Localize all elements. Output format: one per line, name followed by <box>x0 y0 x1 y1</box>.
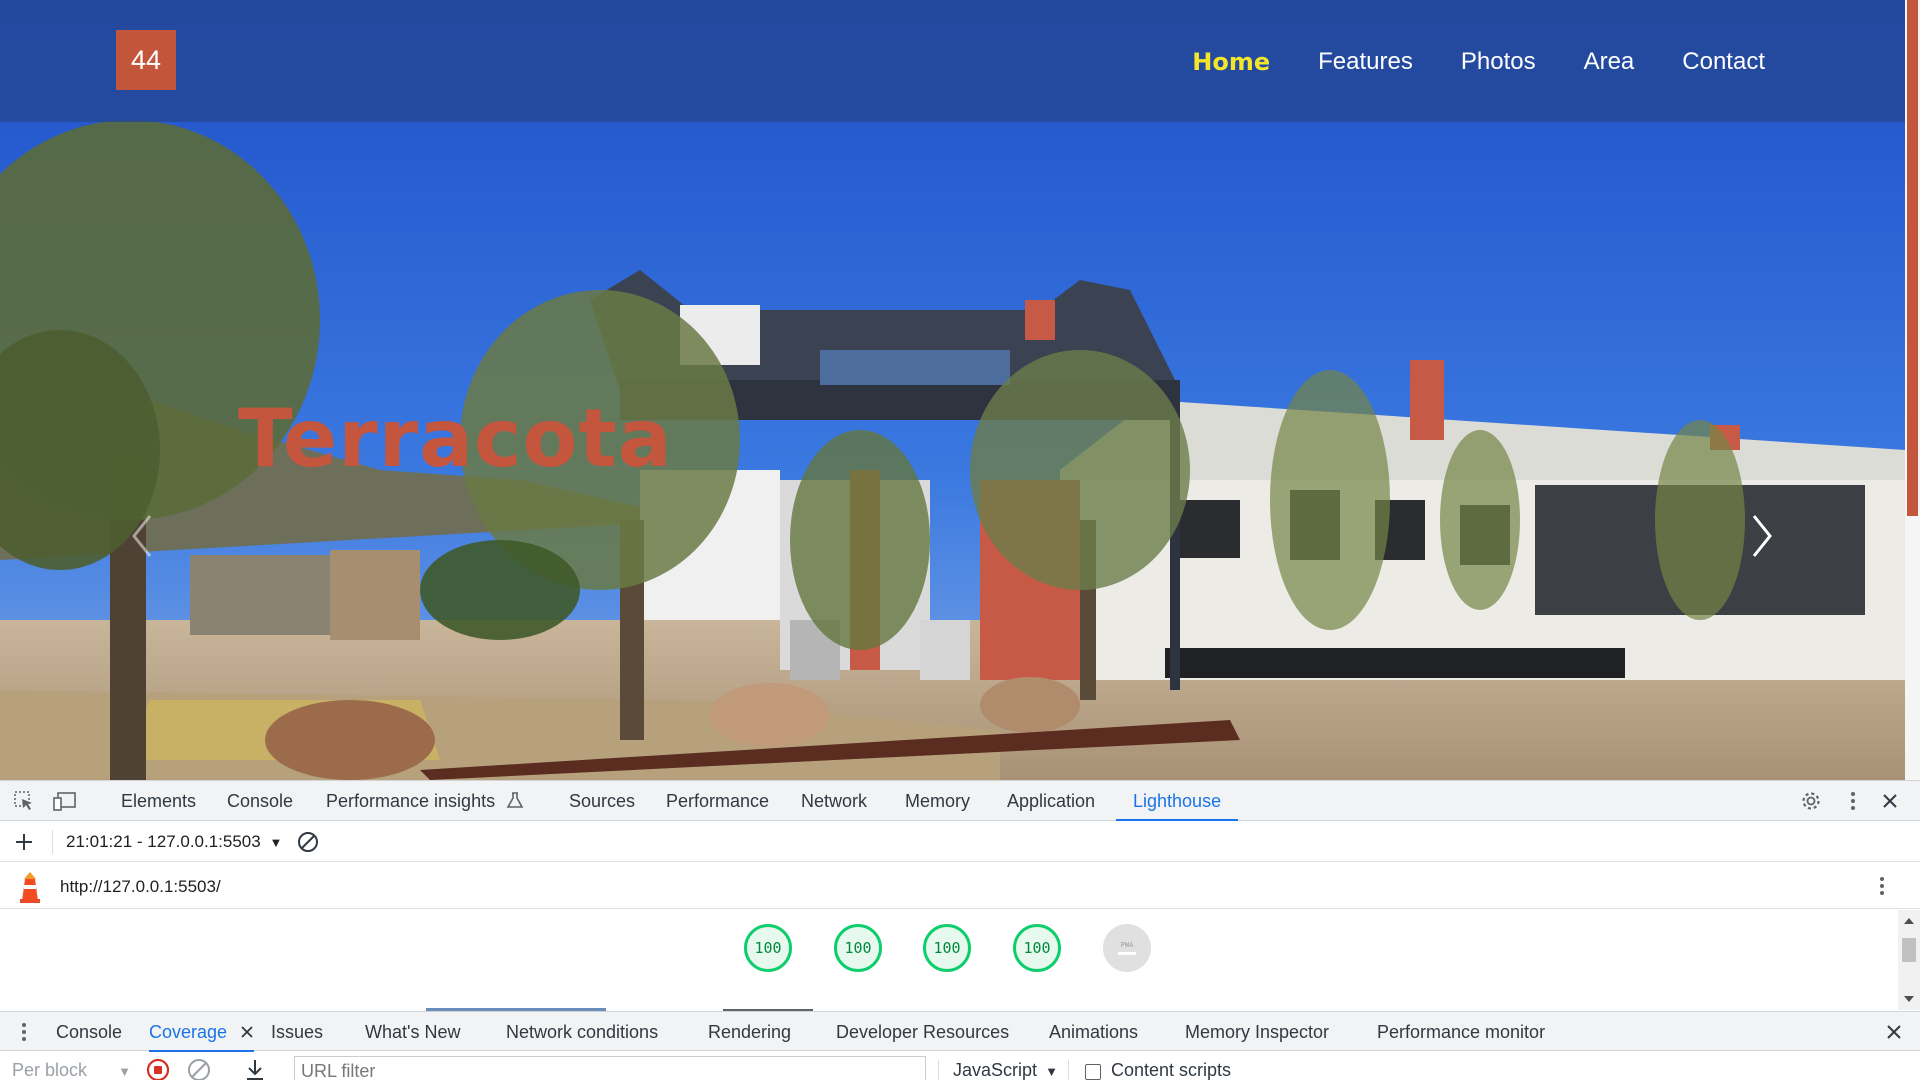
tab-lighthouse[interactable]: Lighthouse <box>1116 781 1239 821</box>
pwa-label: PWA <box>1120 941 1134 949</box>
devtools-panel: Elements Console Performance insights So… <box>0 780 1920 1080</box>
export-download-icon[interactable] <box>244 1058 266 1080</box>
report-scrollbar[interactable] <box>1898 910 1920 1010</box>
tab-elements[interactable]: Elements <box>121 781 196 821</box>
drawer-menu-icon[interactable] <box>12 1020 36 1044</box>
score-gauge-performance[interactable]: 100 <box>744 924 792 972</box>
nav-photos[interactable]: Photos <box>1461 48 1536 76</box>
report-selector-value: 21:01:21 - 127.0.0.1:5503 <box>66 832 261 851</box>
type-filter-select[interactable]: JavaScript ▼ <box>953 1060 1058 1080</box>
site-scrollbar-thumb[interactable] <box>1907 0 1918 516</box>
tab-network[interactable]: Network <box>801 781 867 821</box>
screen: 44 Home Features Photos Area Contact Ter… <box>0 0 1920 1080</box>
nav-home[interactable]: Home <box>1192 48 1270 76</box>
nav-area[interactable]: Area <box>1584 48 1635 76</box>
hero-title: Terracota <box>238 392 673 485</box>
tab-console[interactable]: Console <box>227 781 293 821</box>
tab-performance[interactable]: Performance <box>666 781 769 821</box>
stop-recording-icon[interactable] <box>146 1058 170 1080</box>
drawer-tab-console[interactable]: Console <box>56 1012 122 1052</box>
drawer-tabbar: Console Coverage Issues What's New Netwo… <box>0 1011 1920 1052</box>
nav-contact[interactable]: Contact <box>1682 48 1765 76</box>
experiment-flask-icon <box>506 792 524 808</box>
granularity-select[interactable]: Per block ▼ <box>12 1060 131 1080</box>
website-viewport: 44 Home Features Photos Area Contact Ter… <box>0 0 1905 780</box>
url-filter-input[interactable]: URL filter <box>294 1056 926 1080</box>
audited-url[interactable]: http://127.0.0.1:5503/ <box>60 877 221 897</box>
type-filter-dropdown-icon: ▼ <box>1045 1064 1058 1079</box>
score-gauge-best-practices[interactable]: 100 <box>923 924 971 972</box>
drawer-tab-whats-new[interactable]: What's New <box>365 1012 460 1052</box>
content-scripts-label: Content scripts <box>1111 1060 1232 1080</box>
drawer-tab-animations[interactable]: Animations <box>1049 1012 1138 1052</box>
site-nav: Home Features Photos Area Contact <box>1192 48 1765 76</box>
clear-all-icon[interactable] <box>296 830 320 854</box>
more-options-icon[interactable] <box>1841 789 1865 813</box>
score-gauge-seo[interactable]: 100 <box>1013 924 1061 972</box>
granularity-value: Per block <box>12 1060 88 1080</box>
tab-sources[interactable]: Sources <box>569 781 635 821</box>
tab-performance-insights[interactable]: Performance insights <box>326 781 524 821</box>
pwa-dash-icon <box>1118 952 1136 955</box>
toolbar-divider <box>52 830 53 854</box>
coverage-toolbar: Per block ▼ URL filter JavaScript ▼ Cont… <box>0 1052 1920 1080</box>
report-menu-icon[interactable] <box>1870 874 1894 898</box>
carousel-prev-arrow-icon[interactable] <box>124 510 164 562</box>
close-devtools-icon[interactable] <box>1878 789 1902 813</box>
site-logo[interactable]: 44 <box>116 30 176 90</box>
toolbar-divider <box>938 1060 939 1080</box>
lighthouse-score-gauges: 100 100 100 100 PWA <box>0 910 1898 1018</box>
drawer-tab-memory-inspector[interactable]: Memory Inspector <box>1185 1012 1329 1052</box>
new-report-plus-icon[interactable] <box>12 830 36 854</box>
drawer-tab-issues[interactable]: Issues <box>271 1012 323 1052</box>
lighthouse-toolbar: 21:01:21 - 127.0.0.1:5503 ▼ <box>0 822 1920 862</box>
carousel-next-arrow-icon[interactable] <box>1742 510 1782 562</box>
granularity-dropdown-icon: ▼ <box>118 1064 131 1079</box>
drawer-tab-performance-monitor[interactable]: Performance monitor <box>1377 1012 1545 1052</box>
tab-application[interactable]: Application <box>1007 781 1095 821</box>
report-selector[interactable]: 21:01:21 - 127.0.0.1:5503 ▼ <box>66 832 282 852</box>
drawer-tab-rendering[interactable]: Rendering <box>708 1012 791 1052</box>
score-gauge-accessibility[interactable]: 100 <box>834 924 882 972</box>
close-drawer-icon[interactable] <box>1882 1020 1906 1044</box>
drawer-tab-coverage-label: Coverage <box>149 1022 228 1042</box>
settings-gear-icon[interactable] <box>1799 789 1823 813</box>
toolbar-divider <box>1068 1060 1069 1080</box>
close-tab-icon[interactable] <box>240 1025 254 1039</box>
lighthouse-url-bar: http://127.0.0.1:5503/ <box>0 863 1920 909</box>
device-toolbar-icon[interactable] <box>53 789 77 813</box>
site-header: 44 Home Features Photos Area Contact <box>0 0 1905 122</box>
clear-coverage-icon[interactable] <box>187 1058 211 1080</box>
type-filter-value: JavaScript <box>953 1060 1038 1080</box>
dropdown-triangle-icon: ▼ <box>269 835 283 850</box>
tab-memory[interactable]: Memory <box>905 781 970 821</box>
score-gauge-pwa[interactable]: PWA <box>1103 924 1151 972</box>
nav-features[interactable]: Features <box>1318 48 1413 76</box>
site-scrollbar[interactable] <box>1905 0 1920 780</box>
devtools-tabbar: Elements Console Performance insights So… <box>0 781 1920 821</box>
content-scripts-checkbox[interactable] <box>1085 1064 1101 1080</box>
drawer-tab-coverage[interactable]: Coverage <box>149 1012 255 1052</box>
drawer-tab-network-conditions[interactable]: Network conditions <box>506 1012 658 1052</box>
inspect-element-icon[interactable] <box>12 789 36 813</box>
tab-performance-insights-label: Performance insights <box>326 791 496 811</box>
lighthouse-logo-icon <box>16 871 44 908</box>
drawer-tab-developer-resources[interactable]: Developer Resources <box>836 1012 1009 1052</box>
